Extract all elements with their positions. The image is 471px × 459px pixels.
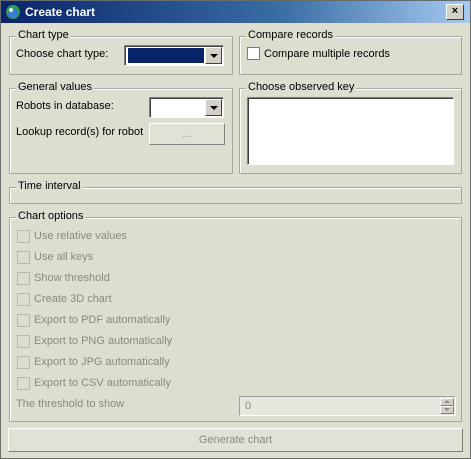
option-checkbox[interactable] xyxy=(17,356,30,369)
chart-type-legend: Chart type xyxy=(16,29,71,41)
compare-records-legend: Compare records xyxy=(246,29,335,41)
option-label[interactable]: Export to PDF automatically xyxy=(34,314,170,326)
chart-type-selected-value xyxy=(128,48,204,63)
lookup-records-label: Lookup record(s) for robot xyxy=(16,126,144,138)
robots-select[interactable] xyxy=(149,97,224,118)
option-label[interactable]: Use all keys xyxy=(34,251,93,263)
threshold-label: The threshold to show xyxy=(16,398,125,410)
arrow-down-icon[interactable] xyxy=(440,406,454,414)
chart-type-select[interactable] xyxy=(124,45,224,66)
option-checkbox[interactable] xyxy=(17,272,30,285)
option-label[interactable]: Show threshold xyxy=(34,272,110,284)
spinner-arrows[interactable] xyxy=(440,398,454,414)
option-checkbox[interactable] xyxy=(17,335,30,348)
option-checkbox[interactable] xyxy=(17,377,30,390)
compare-multiple-records-checkbox[interactable] xyxy=(247,47,260,60)
app-icon xyxy=(6,5,20,19)
option-checkbox[interactable] xyxy=(17,293,30,306)
threshold-value[interactable]: 0 xyxy=(245,400,251,412)
option-checkbox[interactable] xyxy=(17,230,30,243)
lookup-records-button[interactable]: ... xyxy=(149,123,225,145)
option-label[interactable]: Export to PNG automatically xyxy=(34,335,172,347)
create-chart-window: Create chart × Chart type Choose chart t… xyxy=(0,0,471,459)
observed-key-legend: Choose observed key xyxy=(246,81,357,93)
chevron-down-icon[interactable] xyxy=(205,47,222,64)
option-checkbox[interactable] xyxy=(17,314,30,327)
choose-chart-type-label: Choose chart type: xyxy=(16,48,109,60)
chart-options-legend: Chart options xyxy=(16,210,86,222)
option-label[interactable]: Use relative values xyxy=(34,230,127,242)
option-label[interactable]: Export to JPG automatically xyxy=(34,356,170,368)
general-values-legend: General values xyxy=(16,81,94,93)
title-bar[interactable]: Create chart × xyxy=(1,1,470,23)
arrow-up-icon[interactable] xyxy=(440,398,454,406)
threshold-spinbox[interactable]: 0 xyxy=(239,396,456,416)
close-button[interactable]: × xyxy=(446,4,464,20)
generate-chart-button[interactable]: Generate chart xyxy=(8,428,463,452)
observed-key-list[interactable] xyxy=(247,97,454,165)
compare-multiple-records-label[interactable]: Compare multiple records xyxy=(264,48,390,60)
time-interval-legend: Time interval xyxy=(16,180,83,192)
chevron-down-icon[interactable] xyxy=(205,99,222,116)
option-label[interactable]: Create 3D chart xyxy=(34,293,112,305)
option-checkbox[interactable] xyxy=(17,251,30,264)
robots-in-database-label: Robots in database: xyxy=(16,100,114,112)
window-title: Create chart xyxy=(25,5,96,19)
option-label[interactable]: Export to CSV automatically xyxy=(34,377,171,389)
time-interval-group: Time interval xyxy=(9,180,462,204)
